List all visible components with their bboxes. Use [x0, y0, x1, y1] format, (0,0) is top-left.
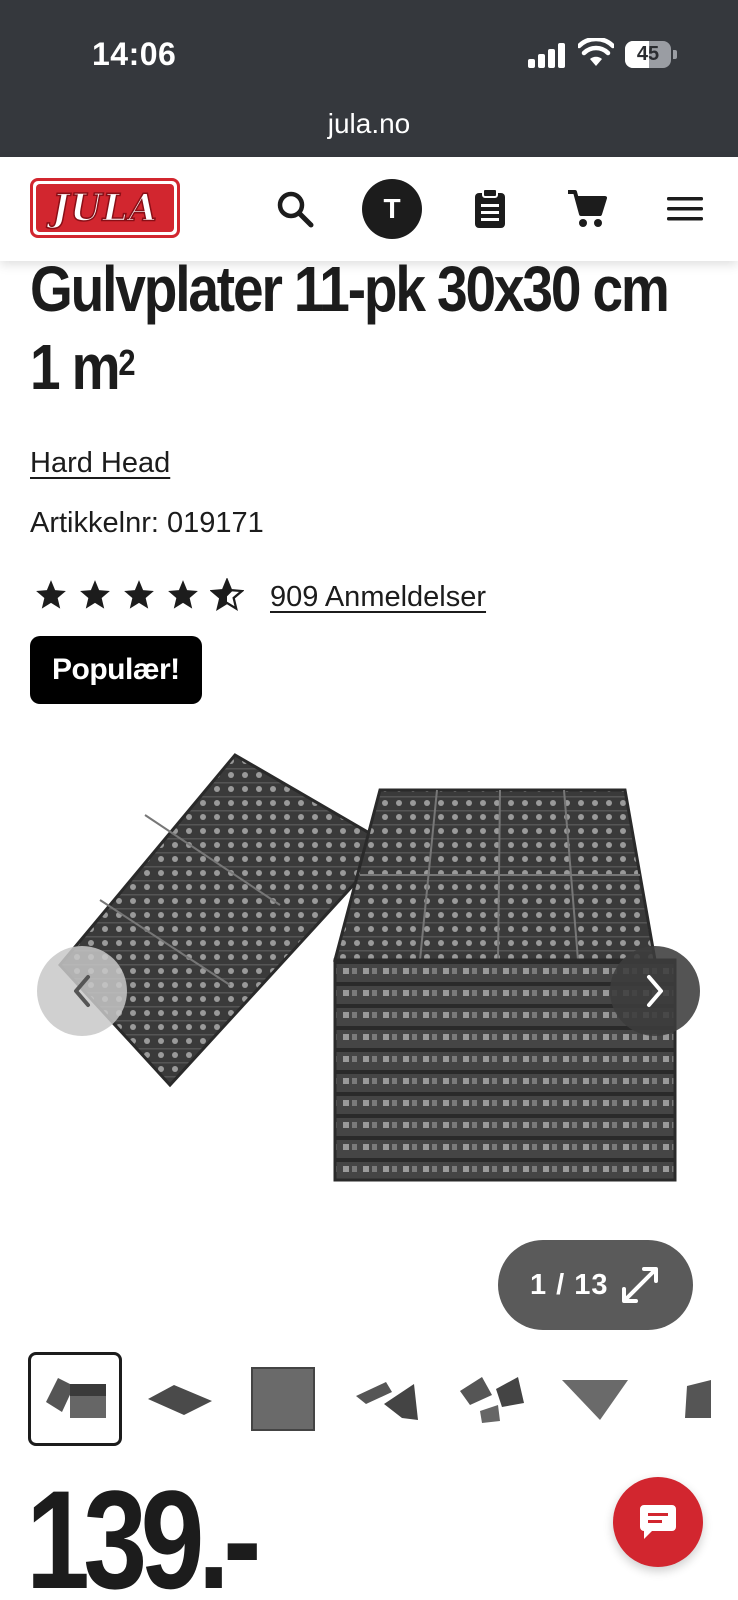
search-icon [277, 191, 314, 228]
menu-icon [667, 197, 703, 221]
thumbnail-image [148, 1385, 212, 1415]
chat-button[interactable] [613, 1477, 703, 1567]
address-bar-url[interactable]: jula.no [0, 108, 738, 140]
chat-icon [640, 1505, 676, 1539]
star-full-icon [36, 580, 66, 609]
site-header: JULA T [0, 157, 738, 261]
expand-icon [622, 1267, 658, 1303]
gallery-prev-button[interactable] [37, 946, 127, 1036]
jula-logo[interactable]: JULA [30, 178, 180, 238]
product-title-line2: 1 m2 [30, 328, 718, 406]
menu-button[interactable] [655, 179, 715, 239]
thumbnail-image [46, 1378, 106, 1418]
star-full-icon [124, 580, 154, 609]
gallery-counter-button[interactable]: 1 / 13 [498, 1240, 693, 1330]
thumbnail-6[interactable] [548, 1352, 642, 1446]
product-title-line1: Gulvplater 11-pk 30x30 cm [30, 253, 670, 325]
product-title-sup: 2 [118, 342, 135, 383]
thumbnail-image [251, 1367, 315, 1431]
thumbnail-image [460, 1377, 524, 1423]
thumbnail-5[interactable] [444, 1352, 538, 1446]
gallery-counter: 1 / 13 [530, 1268, 609, 1301]
article-number: Artikkelnr: 019171 [30, 507, 264, 539]
status-time: 14:06 [92, 36, 177, 72]
product-title-area: 1 m [30, 331, 121, 403]
clipboard-icon [475, 188, 505, 228]
thumbnail-7[interactable] [652, 1352, 718, 1446]
popular-badge: Populær! [30, 636, 202, 704]
cart-button[interactable] [557, 179, 617, 239]
logo-text: JULA [51, 185, 158, 231]
battery-icon: 45 [625, 41, 677, 68]
chevron-left-icon [74, 975, 90, 1007]
thumbnail-image [685, 1380, 711, 1418]
wifi-icon [578, 38, 614, 66]
thumbnail-4[interactable] [340, 1352, 434, 1446]
reviews-link[interactable]: 909 Anmeldelser [270, 581, 486, 614]
avatar: T [362, 179, 422, 239]
thumbnail-2[interactable] [132, 1352, 226, 1446]
star-full-icon [80, 580, 110, 609]
rating-stars[interactable] [34, 578, 244, 618]
gallery-next-button[interactable] [610, 946, 700, 1036]
shopping-list-button[interactable] [460, 179, 520, 239]
brand-link[interactable]: Hard Head [30, 447, 170, 480]
star-full-icon [168, 580, 198, 609]
product-title: Gulvplater 11-pk 30x30 cm 1 m2 [30, 250, 718, 406]
browser-top-bar: 14:06 45 jula.no [0, 0, 738, 157]
cart-icon [568, 190, 607, 227]
thumbnail-1[interactable] [28, 1352, 122, 1446]
search-button[interactable] [265, 179, 325, 239]
thumbnail-3[interactable] [236, 1352, 330, 1446]
chevron-right-icon [647, 975, 663, 1007]
signal-icon [528, 42, 568, 68]
star-half-icon [210, 578, 244, 612]
thumbnail-image [356, 1382, 418, 1420]
thumbnail-strip [28, 1352, 718, 1446]
account-button[interactable]: T [362, 179, 422, 239]
thumbnail-image [562, 1380, 628, 1420]
product-price: 139.- [26, 1461, 261, 1600]
battery-level: 45 [636, 43, 660, 65]
